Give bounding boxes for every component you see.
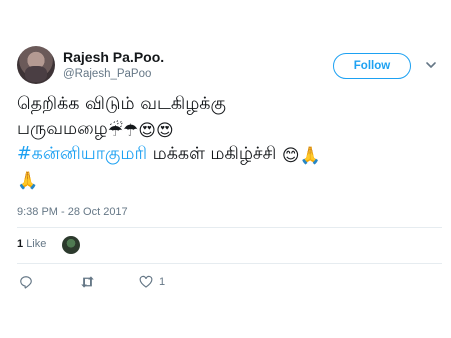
avatar-photo	[25, 66, 47, 82]
user-handle[interactable]: @Rajesh_PaPoo	[63, 68, 151, 80]
likes-count: 1	[17, 238, 24, 250]
smile-emoji-icon: 😊	[281, 146, 300, 166]
divider	[17, 263, 442, 264]
tweet-line-1: தெறிக்க விடும் வடகிழக்கு	[17, 94, 226, 114]
tweet-line-2: பருவமழை☔☂😍😍	[17, 117, 442, 142]
rain-emoji-icon: ☔	[107, 121, 123, 141]
like-count: 1	[159, 275, 166, 288]
liker-avatar[interactable]	[62, 236, 80, 254]
retweet-button[interactable]	[80, 275, 95, 289]
likes-label: Like	[26, 238, 47, 250]
pray-emoji-icon: 🙏	[17, 171, 39, 191]
divider	[17, 227, 442, 228]
tweet-timestamp[interactable]: 9:38 PM - 28 Oct 2017	[17, 206, 128, 218]
like-button[interactable]: 1	[139, 275, 165, 288]
heart-icon	[139, 275, 153, 288]
tweet-card: Rajesh Pa.Poo. @Rajesh_PaPoo Follow தெறி…	[0, 0, 451, 338]
tweet-line-2-text: பருவமழை	[17, 119, 108, 139]
avatar[interactable]	[17, 46, 55, 84]
chevron-down-icon[interactable]	[424, 58, 438, 72]
tweet-text: தெறிக்க விடும் வடகிழக்கு பருவமழை☔☂😍😍 #கன…	[17, 92, 442, 192]
heart-eyes-emoji-icon: 😍	[138, 121, 156, 141]
umbrella-emoji-icon: ☂	[122, 121, 139, 141]
hashtag-link[interactable]: #கன்னியாகுமரி	[17, 144, 147, 164]
tweet-line-3: #கன்னியாகுமரி மக்கள் மகிழ்ச்சி 😊🙏	[17, 142, 442, 167]
pray-emoji-icon: 🙏	[299, 146, 321, 166]
heart-eyes-emoji-icon: 😍	[155, 121, 174, 141]
reply-button[interactable]	[19, 275, 33, 289]
follow-button[interactable]: Follow	[333, 53, 411, 79]
display-name[interactable]: Rajesh Pa.Poo.	[63, 49, 164, 65]
retweet-icon	[81, 276, 94, 288]
reply-icon	[20, 276, 32, 289]
likes-summary[interactable]: 1 Like	[17, 238, 46, 250]
tweet-line-4: 🙏	[17, 167, 442, 192]
tweet-line-3-text: மக்கள் மகிழ்ச்சி	[147, 144, 282, 164]
